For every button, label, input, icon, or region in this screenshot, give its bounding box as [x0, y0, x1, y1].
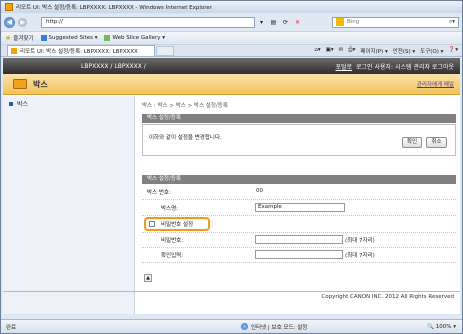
divider — [142, 262, 456, 263]
feeds-icon[interactable]: ▣▾ — [326, 47, 334, 55]
confirm-password-hint: (최대 7자리) — [345, 253, 375, 259]
new-tab-button[interactable] — [156, 45, 174, 56]
tab-icon — [11, 48, 17, 54]
password-hint: (최대 7자리) — [345, 238, 375, 244]
web-slice-gallery-link[interactable]: Web Slice Gallery ▾ — [104, 34, 166, 41]
dropdown-icon[interactable]: ▾ — [257, 18, 266, 27]
back-button[interactable]: ◀ — [4, 16, 15, 28]
status-bar: 완료 인터넷 | 보호 모드: 설정 🔍 100% ▾ — [1, 319, 462, 333]
status-text: 완료 — [6, 324, 17, 331]
tools-menu[interactable]: 도구(O) ▾ — [420, 47, 443, 55]
header-links: 포털로 로그인 사용자: 시스템 관리자 로그아웃 — [335, 62, 454, 71]
zoom-value: 100% — [435, 323, 452, 330]
browser-window: 리모트 UI: 박스 설정/등록: LBPXXXX: LBPXXXX - Win… — [0, 0, 463, 334]
suggested-sites-label: Suggested Sites ▾ — [48, 34, 98, 41]
address-bar: ◀ ▶ http:// ▾ ▤ ⟳ ✕ Bing ⌕▾ — [1, 14, 462, 30]
favorites-star-icon: ★ — [5, 33, 12, 42]
favorites-bar: ★ 즐겨찾기 Suggested Sites ▾ Web Slice Galle… — [1, 31, 462, 43]
search-icon[interactable]: ⌕▾ — [449, 19, 455, 26]
back-to-top-icon[interactable]: ▲ — [144, 274, 152, 282]
home-icon[interactable]: ⌂▾ — [314, 47, 320, 55]
sidebar-item-box[interactable]: 박스 — [3, 96, 134, 108]
print-icon[interactable]: ⎙▾ — [348, 47, 355, 55]
favorites-button[interactable]: 즐겨찾기 — [13, 34, 33, 42]
box-number-value: 00 — [256, 188, 263, 194]
safety-menu[interactable]: 안전(S) ▾ — [393, 47, 415, 55]
ie-site-icon — [40, 34, 47, 41]
search-input[interactable]: Bing ⌕▾ — [332, 16, 459, 28]
web-slice-icon — [104, 34, 111, 41]
web-slice-label: Web Slice Gallery ▾ — [112, 34, 166, 41]
security-zone[interactable]: 인터넷 | 보호 모드: 설정 — [241, 323, 307, 331]
zone-label: 인터넷 | 보호 모드: 설정 — [251, 324, 308, 331]
password-label: 비밀번호: — [161, 238, 184, 244]
page-header: 박스 관리자에게 메일 — [3, 74, 460, 95]
admin-mail-link[interactable]: 관리자에게 메일 — [417, 80, 454, 88]
url-input[interactable]: http:// — [41, 16, 255, 28]
refresh-icon[interactable]: ⟳ — [281, 18, 290, 27]
password-input[interactable] — [255, 235, 343, 244]
command-items: ⌂▾ ▣▾ ✉ ⎙▾ 페이지(P) ▾ 안전(S) ▾ 도구(O) ▾ ❓▾ — [314, 47, 458, 55]
zoom-level[interactable]: 🔍 100% ▾ — [427, 324, 456, 330]
bullet-icon — [9, 101, 13, 106]
confirm-message: 이하와 같이 설정을 변경합니다. — [149, 135, 222, 141]
page-content: LBPXXXX / LBPXXXX / 포털로 로그인 사용자: 시스템 관리자… — [3, 58, 460, 314]
suggested-sites-link[interactable]: Suggested Sites ▾ — [40, 34, 98, 41]
address-actions: ▾ ▤ ⟳ ✕ — [257, 18, 302, 27]
box-name-label: 박스명: — [161, 206, 179, 212]
confirm-box: 이하와 같이 설정을 변경합니다. 확인 취소 — [142, 124, 456, 156]
url-text: http:// — [46, 19, 63, 25]
help-menu[interactable]: ❓▾ — [448, 47, 458, 55]
section2-header: 박스 설정/등록 — [142, 175, 456, 184]
cancel-button[interactable]: 취소 — [426, 137, 447, 148]
confirm-password-input[interactable] — [255, 250, 343, 259]
globe-icon — [241, 323, 248, 330]
copyright: Copyright CANON INC. 2012 All Rights Res… — [3, 291, 460, 301]
ie-app-icon — [5, 3, 13, 11]
box-number-label: 박스 번호: — [147, 190, 171, 196]
mail-icon[interactable]: ✉ — [339, 47, 344, 55]
remote-ui-header: LBPXXXX / LBPXXXX / 포털로 로그인 사용자: 시스템 관리자… — [3, 58, 460, 74]
divider — [142, 215, 456, 216]
divider — [142, 247, 456, 248]
page-menu[interactable]: 페이지(P) ▾ — [360, 47, 387, 55]
portal-link[interactable]: 포털로 — [335, 62, 352, 71]
compat-icon[interactable]: ▤ — [269, 18, 278, 27]
password-checkbox[interactable] — [149, 221, 155, 227]
search-placeholder: Bing — [347, 19, 360, 25]
printer-model: LBPXXXX / LBPXXXX / — [81, 62, 146, 70]
sidebar-item-label: 박스 — [17, 101, 29, 108]
tab-label: 리모트 UI: 박스 설정/등록: LBPXXXX: LBPXXXX — [20, 49, 138, 55]
divider — [142, 199, 456, 200]
section1-header: 박스 설정/등록 — [142, 114, 456, 123]
login-user-logout[interactable]: 로그인 사용자: 시스템 관리자 로그아웃 — [356, 62, 454, 71]
divider — [142, 232, 456, 233]
ok-button[interactable]: 확인 — [402, 137, 422, 148]
forward-button[interactable]: ▶ — [18, 17, 27, 27]
bing-icon — [336, 18, 344, 26]
password-checkbox-label: 비밀번호 설정 — [161, 222, 194, 228]
title-bar: 리모트 UI: 박스 설정/등록: LBPXXXX: LBPXXXX - Win… — [1, 1, 462, 13]
breadcrumb: 박스 : 박스 > 박스 > 박스 설정/등록 — [142, 103, 228, 109]
window-title: 리모트 UI: 박스 설정/등록: LBPXXXX: LBPXXXX - Win… — [16, 5, 213, 11]
page-title: 박스 — [33, 79, 48, 89]
confirm-password-label: 확인입력: — [161, 253, 184, 259]
stop-icon[interactable]: ✕ — [293, 18, 302, 27]
sidebar: 박스 — [3, 96, 135, 314]
box-icon — [13, 79, 27, 89]
box-name-input[interactable]: Example — [255, 203, 345, 212]
box-name-value: Example — [258, 204, 282, 210]
command-bar: 리모트 UI: 박스 설정/등록: LBPXXXX: LBPXXXX ⌂▾ ▣▾… — [1, 44, 462, 57]
main-panel: 박스 : 박스 > 박스 > 박스 설정/등록 박스 설정/등록 이하와 같이 … — [141, 96, 457, 314]
browser-tab[interactable]: 리모트 UI: 박스 설정/등록: LBPXXXX: LBPXXXX — [7, 45, 155, 56]
